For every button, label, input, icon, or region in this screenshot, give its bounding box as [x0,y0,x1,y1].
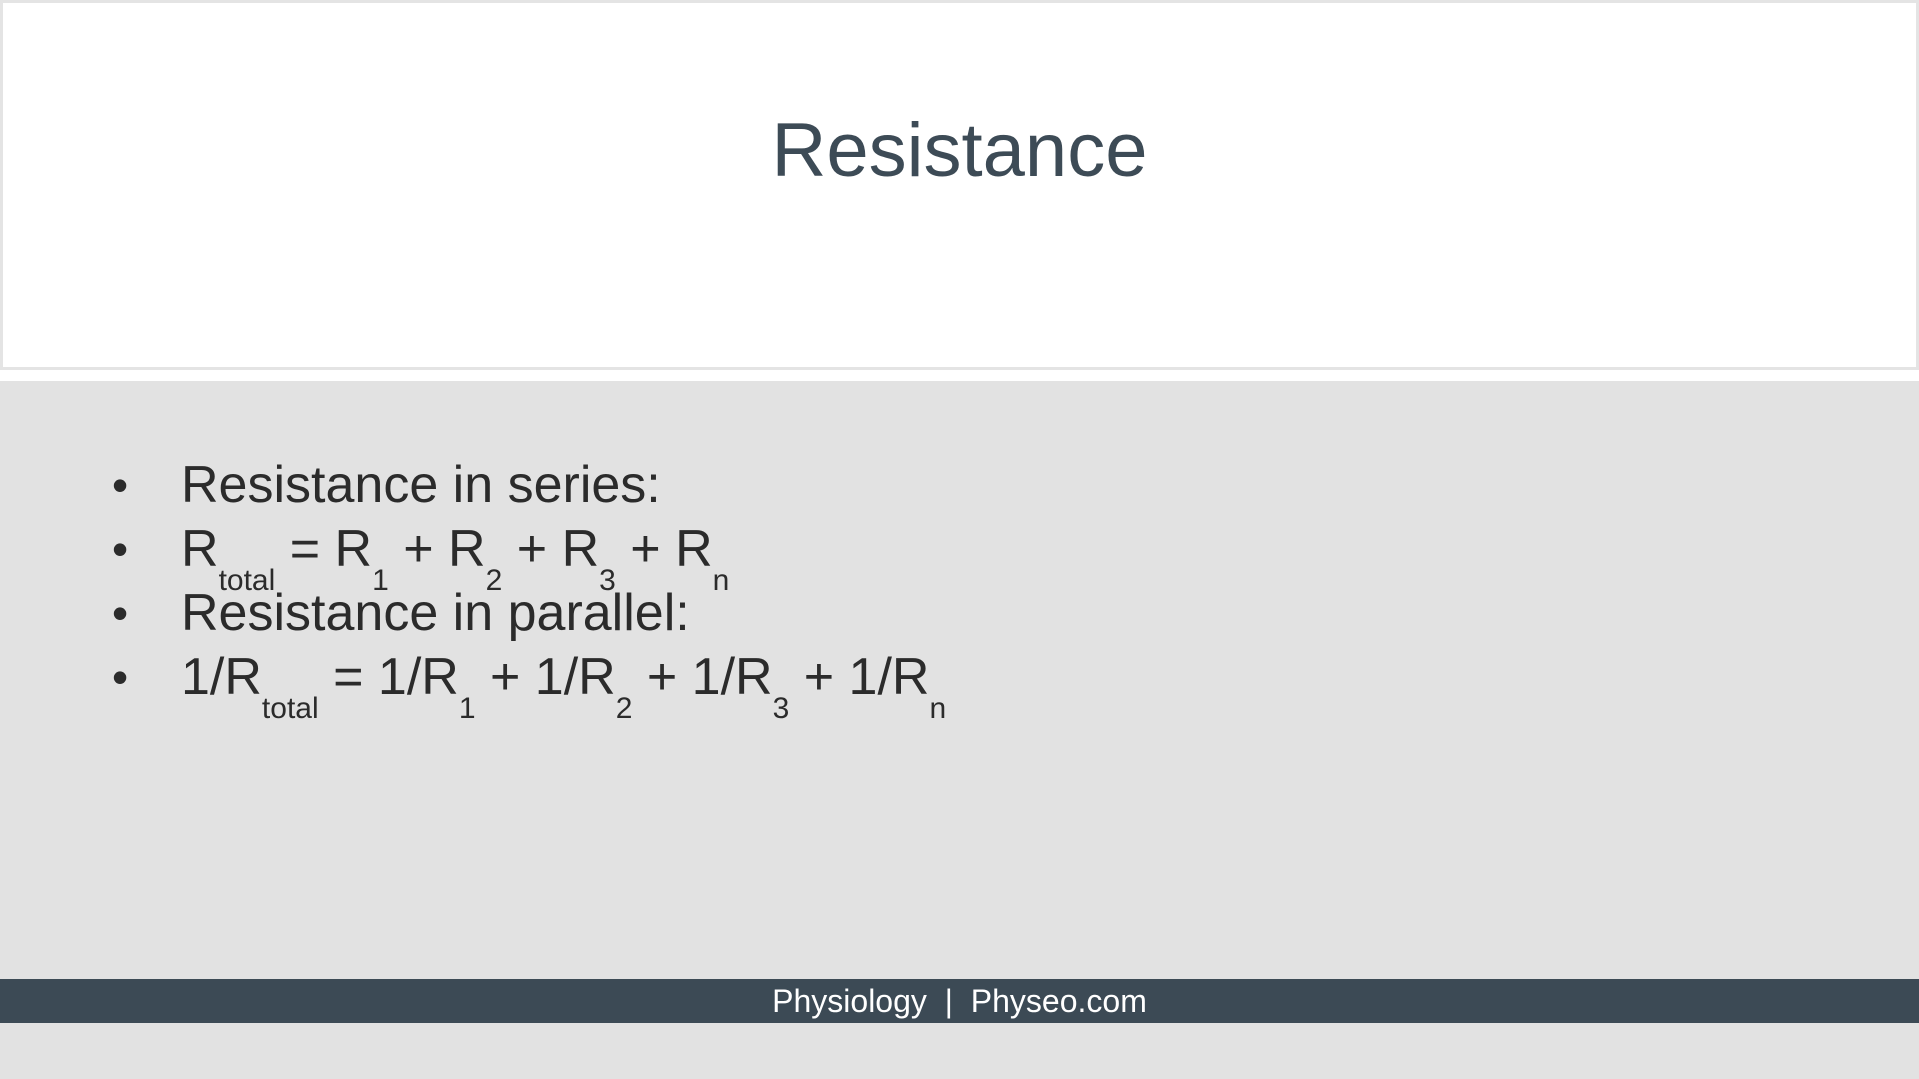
bullet-text: = 1/R [318,648,459,706]
bullet-text: 1/R [181,648,262,706]
bullet-text: Resistance in parallel: [181,584,690,642]
bullet-text: + 1/R [789,648,930,706]
footer-right-text: Physeo.com [970,983,1147,1019]
footer-spacer [953,983,971,1019]
subscript-text: 3 [772,692,790,725]
bullet-text: + R [388,520,486,578]
bullet-item: • Rtotal = R1 + R2 + R3 + Rn [112,517,946,596]
bullet-text: + 1/R [475,648,616,706]
bullet-item: • Resistance in parallel: [112,581,946,645]
title-box: Resistance [0,0,1919,370]
bullet-text: R [181,520,219,578]
bullet-dot-icon: • [112,523,129,575]
bullet-dot-icon: • [112,459,129,511]
subscript-text: 2 [615,692,633,725]
bullet-text: Resistance in series: [181,456,661,514]
bullet-text: + R [502,520,600,578]
subscript-text: total [261,692,319,725]
bullet-list: • Resistance in series: • Rtotal = R1 + R2 … [112,453,946,724]
bullet-item: • 1/Rtotal = 1/R1 + 1/R2 + 1/R3 + 1/Rn [112,645,946,724]
footer-bar: Physiology | Physeo.com [0,979,1919,1023]
subscript-text: n [929,692,947,725]
footer-separator: | [944,983,953,1019]
bullet-item: • Resistance in series: [112,453,946,517]
subscript-text: 1 [458,692,476,725]
bullet-dot-icon: • [112,651,129,703]
bullet-text: = R [275,520,373,578]
slide-title: Resistance [771,108,1148,193]
bullet-text: + 1/R [632,648,773,706]
slide: Resistance • Resistance in series: • Rtotal… [0,0,1919,1079]
bullet-dot-icon: • [112,587,129,639]
bullet-text: + R [615,520,713,578]
title-divider [0,370,1919,381]
footer-spacer [927,983,945,1019]
footer-left-text: Physiology [772,983,927,1019]
